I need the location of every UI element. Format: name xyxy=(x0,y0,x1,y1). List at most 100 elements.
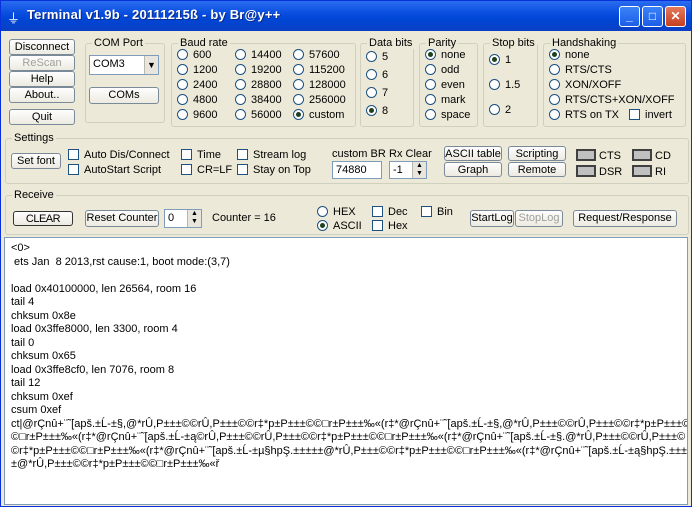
data-bits-option-0[interactable]: 5 xyxy=(366,51,388,65)
baud-rate-option-10[interactable]: 57600 xyxy=(293,49,340,63)
parity-radio-circle[interactable] xyxy=(425,109,436,120)
hex-radio[interactable]: HEX xyxy=(317,206,356,220)
request-response-button[interactable]: Request/Response xyxy=(573,210,677,227)
baud-rate-option-1[interactable]: 1200 xyxy=(177,64,217,78)
ascii-table-button[interactable]: ASCII table xyxy=(444,146,502,161)
handshaking-radio-circle[interactable] xyxy=(549,49,560,60)
time-check-box[interactable] xyxy=(181,149,192,160)
baud-rate-radio-circle[interactable] xyxy=(177,109,188,120)
baud-rate-option-9[interactable]: 56000 xyxy=(235,109,282,123)
stop-bits-radio-circle[interactable] xyxy=(489,104,500,115)
data-bits-radio-circle[interactable] xyxy=(366,105,377,116)
handshaking-radio-circle[interactable] xyxy=(549,79,560,90)
baud-rate-radio-circle[interactable] xyxy=(235,79,246,90)
bin-checkbox[interactable]: Bin xyxy=(421,206,453,220)
ascii-radio-circle[interactable] xyxy=(317,220,328,231)
counter-spin-arrows-icon[interactable]: ▲ ▼ xyxy=(187,210,201,227)
data-bits-radio-circle[interactable] xyxy=(366,69,377,80)
baud-rate-radio-circle[interactable] xyxy=(235,64,246,75)
parity-option-4[interactable]: space xyxy=(425,109,470,123)
reset-counter-button[interactable]: Reset Counter xyxy=(85,210,159,227)
parity-radio-circle[interactable] xyxy=(425,64,436,75)
custom-br-input[interactable]: 74880 xyxy=(332,161,382,179)
minimize-button[interactable]: _ xyxy=(619,6,640,27)
rescan-button[interactable]: ReScan xyxy=(9,55,75,71)
baud-rate-option-3[interactable]: 4800 xyxy=(177,94,217,108)
hex-check-box[interactable] xyxy=(372,220,383,231)
baud-rate-radio-circle[interactable] xyxy=(293,94,304,105)
start-log-button[interactable]: StartLog xyxy=(470,210,514,227)
com-port-select[interactable]: COM3 ▼ xyxy=(89,55,159,75)
invert-check-box[interactable] xyxy=(629,109,640,120)
stream-log-checkbox[interactable]: Stream log xyxy=(237,149,306,163)
baud-rate-option-4[interactable]: 9600 xyxy=(177,109,217,123)
data-bits-radio-circle[interactable] xyxy=(366,51,377,62)
baud-rate-radio-circle[interactable] xyxy=(177,94,188,105)
counter-input[interactable]: 0 ▲ ▼ xyxy=(164,209,202,228)
baud-rate-option-0[interactable]: 600 xyxy=(177,49,211,63)
baud-rate-radio-circle[interactable] xyxy=(293,109,304,120)
rx-clear-input[interactable]: -1 ▲ ▼ xyxy=(389,161,427,179)
cr-lf-checkbox[interactable]: CR=LF xyxy=(181,164,232,178)
cr-lf-check-box[interactable] xyxy=(181,164,192,175)
baud-rate-option-2[interactable]: 2400 xyxy=(177,79,217,93)
baud-rate-option-8[interactable]: 38400 xyxy=(235,94,282,108)
stop-bits-option-0[interactable]: 1 xyxy=(489,54,511,68)
baud-rate-radio-circle[interactable] xyxy=(177,64,188,75)
baud-rate-radio-circle[interactable] xyxy=(235,94,246,105)
data-bits-option-3[interactable]: 8 xyxy=(366,105,388,119)
stop-bits-option-2[interactable]: 2 xyxy=(489,104,511,118)
stop-bits-radio-circle[interactable] xyxy=(489,54,500,65)
close-button[interactable]: ✕ xyxy=(665,6,686,27)
parity-radio-circle[interactable] xyxy=(425,94,436,105)
stop-bits-option-1[interactable]: 1.5 xyxy=(489,79,520,93)
handshaking-option-1[interactable]: RTS/CTS xyxy=(549,64,612,78)
auto-dis-connect-check-box[interactable] xyxy=(68,149,79,160)
coms-button[interactable]: COMs xyxy=(89,87,159,104)
dec-check-box[interactable] xyxy=(372,206,383,217)
handshaking-option-0[interactable]: none xyxy=(549,49,589,63)
spin-arrows-icon[interactable]: ▲ ▼ xyxy=(412,162,426,178)
data-bits-radio-circle[interactable] xyxy=(366,87,377,98)
chevron-down-icon[interactable]: ▼ xyxy=(144,56,158,74)
stop-log-button[interactable]: StopLog xyxy=(515,210,563,227)
handshaking-option-4[interactable]: RTS on TX xyxy=(549,109,619,123)
help-button[interactable]: Help xyxy=(9,71,75,87)
baud-rate-option-11[interactable]: 115200 xyxy=(293,64,345,78)
parity-option-0[interactable]: none xyxy=(425,49,465,63)
set-font-button[interactable]: Set font xyxy=(11,153,61,169)
handshaking-radio-circle[interactable] xyxy=(549,94,560,105)
parity-radio-circle[interactable] xyxy=(425,49,436,60)
autostart-script-checkbox[interactable]: AutoStart Script xyxy=(68,164,161,178)
about-button[interactable]: About.. xyxy=(9,87,75,103)
baud-rate-option-12[interactable]: 128000 xyxy=(293,79,346,93)
quit-button[interactable]: Quit xyxy=(9,109,75,125)
auto-dis-connect-checkbox[interactable]: Auto Dis/Connect xyxy=(68,149,170,163)
stay-on-top-check-box[interactable] xyxy=(237,164,248,175)
data-bits-option-1[interactable]: 6 xyxy=(366,69,388,83)
hex-checkbox[interactable]: Hex xyxy=(372,220,408,234)
handshaking-option-2[interactable]: XON/XOFF xyxy=(549,79,621,93)
disconnect-button[interactable]: Disconnect xyxy=(9,39,75,55)
baud-rate-radio-circle[interactable] xyxy=(235,49,246,60)
scripting-button[interactable]: Scripting xyxy=(508,146,566,161)
handshaking-radio-circle[interactable] xyxy=(549,109,560,120)
graph-button[interactable]: Graph xyxy=(444,162,502,177)
data-bits-option-2[interactable]: 7 xyxy=(366,87,388,101)
stop-bits-radio-circle[interactable] xyxy=(489,79,500,90)
receive-terminal-output[interactable]: <0> ets Jan 8 2013,rst cause:1, boot mod… xyxy=(4,237,688,505)
parity-option-1[interactable]: odd xyxy=(425,64,459,78)
baud-rate-radio-circle[interactable] xyxy=(293,49,304,60)
baud-rate-radio-circle[interactable] xyxy=(293,64,304,75)
title-bar[interactable]: ⏚ Terminal v1.9b - 20111215ß - by Br@y++… xyxy=(1,1,691,31)
baud-rate-option-14[interactable]: custom xyxy=(293,109,344,123)
stream-log-check-box[interactable] xyxy=(237,149,248,160)
baud-rate-radio-circle[interactable] xyxy=(177,79,188,90)
parity-radio-circle[interactable] xyxy=(425,79,436,90)
time-checkbox[interactable]: Time xyxy=(181,149,221,163)
invert-checkbox[interactable]: invert xyxy=(629,109,672,123)
parity-option-2[interactable]: even xyxy=(425,79,465,93)
baud-rate-option-7[interactable]: 28800 xyxy=(235,79,282,93)
maximize-button[interactable]: □ xyxy=(642,6,663,27)
hex-radio-circle[interactable] xyxy=(317,206,328,217)
